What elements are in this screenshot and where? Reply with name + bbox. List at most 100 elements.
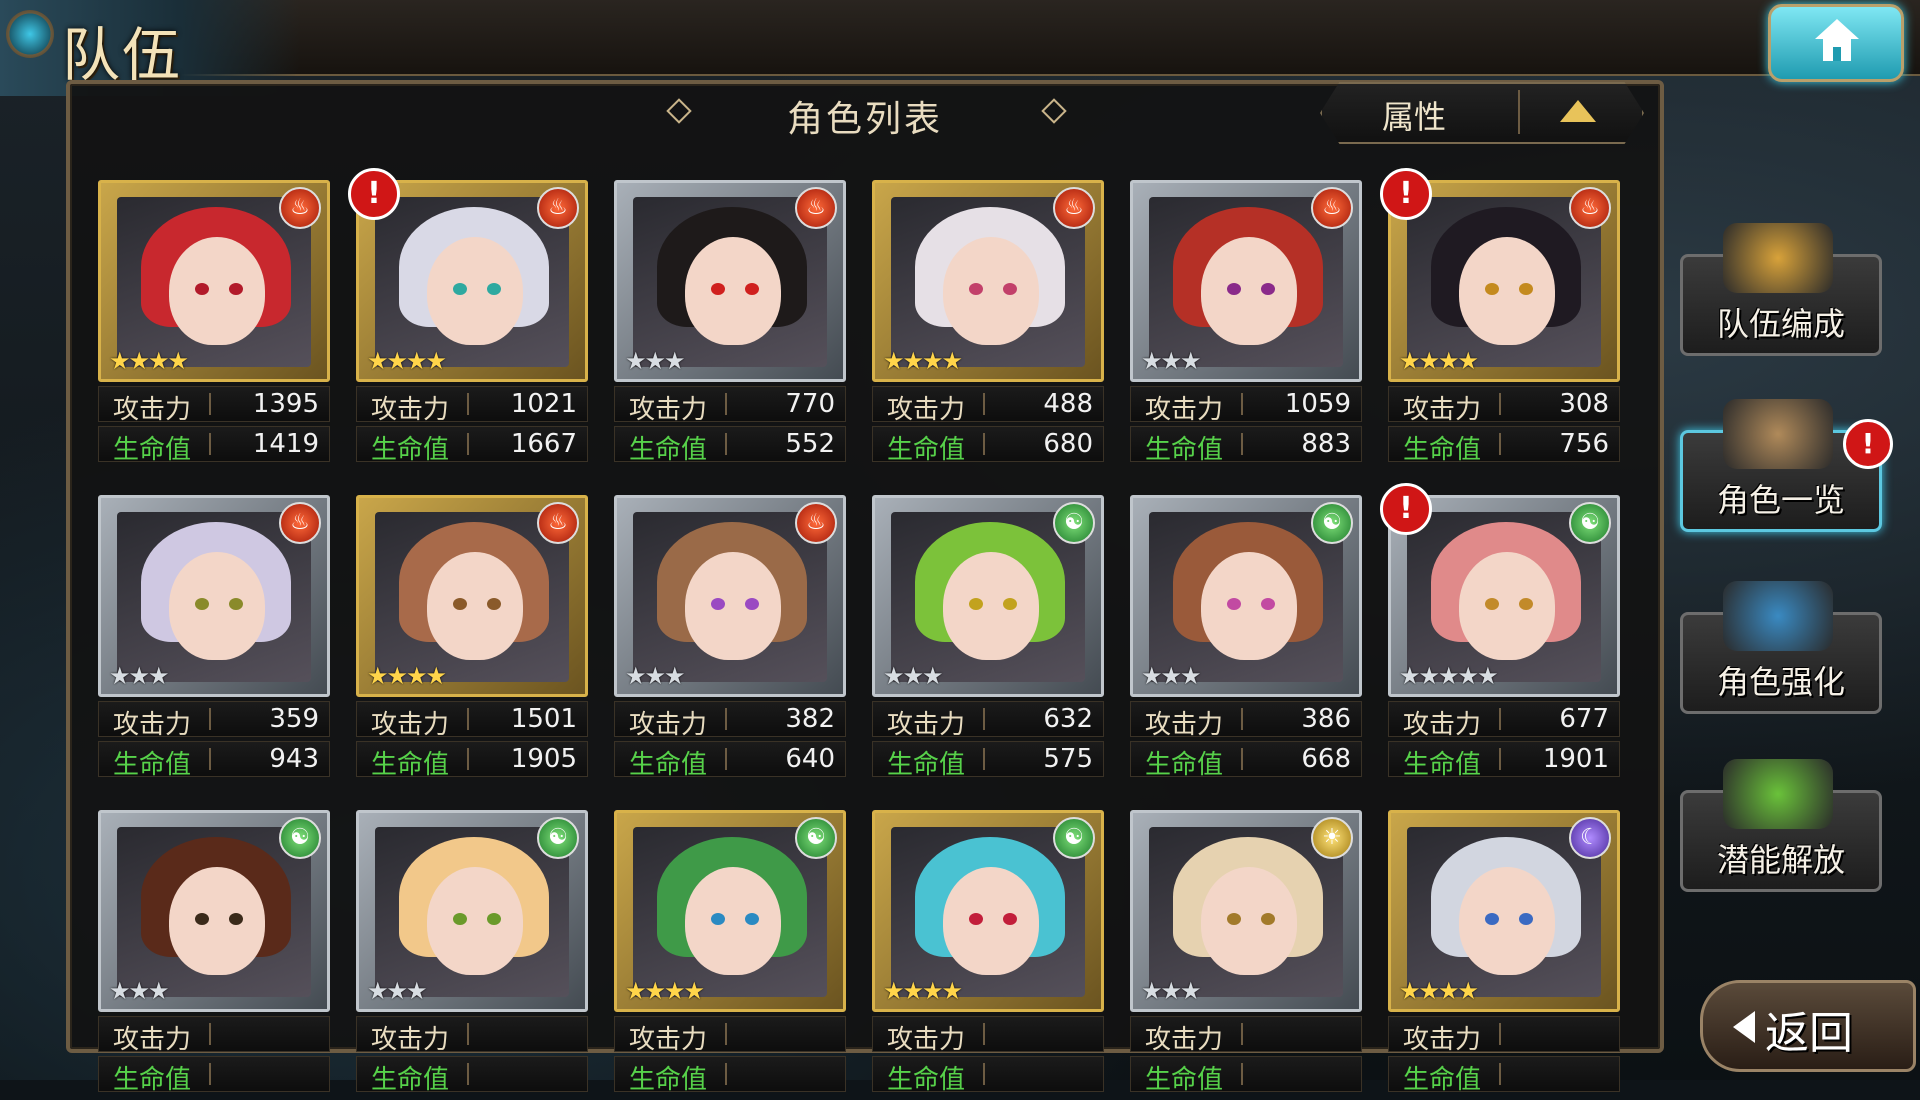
dark-element-icon: ☾ [1569,817,1611,859]
character-portrait[interactable]: ★★★★ ☯ [872,810,1104,1012]
sidebar-button[interactable]: 潜能解放 [1680,759,1882,892]
sort-ascending-icon[interactable] [1560,100,1596,122]
attack-value: 359 [269,704,319,734]
character-card[interactable]: ★★★★ ♨ 攻击力 488 生命值 680 [872,180,1104,470]
potential-orb-icon [1723,759,1833,829]
hp-value: 575 [1043,744,1093,774]
character-card[interactable]: ★★★★ ☯ 攻击力 生命值 [872,810,1104,1100]
fire-element-icon: ♨ [795,187,837,229]
character-art [891,512,1085,682]
character-portrait[interactable]: ★★★ ♨ [614,180,846,382]
hp-label: 生命值 [1145,750,1224,780]
attack-label: 攻击力 [629,710,708,740]
sort-attribute-label[interactable]: 属性 [1382,92,1446,138]
back-arrow-icon [1733,1011,1755,1043]
character-card[interactable]: ★★★ ☯ 攻击力 386 生命值 668 [1130,495,1362,785]
attack-stat-row: 攻击力 [98,1016,330,1055]
character-art [633,197,827,367]
hp-label: 生命值 [113,1065,192,1095]
fire-element-icon: ♨ [795,502,837,544]
character-portrait[interactable]: ★★★★ ♨ [872,180,1104,382]
enhance-icon [1723,581,1833,651]
hp-stat-row: 生命值 680 [872,426,1104,465]
hp-stat-row: 生命值 1419 [98,426,330,465]
attack-label: 攻击力 [113,1025,192,1055]
rarity-stars: ★★★★ [367,662,447,690]
character-portrait[interactable]: ★★★ ☯ [872,495,1104,697]
fire-element-icon: ♨ [537,187,579,229]
attack-value: 1501 [510,704,577,734]
character-portrait[interactable]: ★★★ ☯ [98,810,330,1012]
character-portrait[interactable]: ★★★★ ♨ [356,495,588,697]
character-art [1407,512,1601,682]
hp-value: 1901 [1542,744,1609,774]
attack-stat-row: 攻击力 [1130,1016,1362,1055]
hp-stat-row: 生命值 [356,1056,588,1095]
sidebar-button[interactable]: 角色一览! [1680,399,1893,532]
fire-element-icon: ♨ [279,502,321,544]
character-card[interactable]: ★★★ ☀ 攻击力 生命值 [1130,810,1362,1100]
hp-value: 640 [785,744,835,774]
attack-label: 攻击力 [371,395,450,425]
fire-element-icon: ♨ [537,502,579,544]
character-card[interactable]: ★★★ ☯ 攻击力 632 生命值 575 [872,495,1104,785]
wind-element-icon: ☯ [1053,502,1095,544]
rarity-stars: ★★★ [1141,977,1202,1005]
character-art [375,827,569,997]
character-card[interactable]: ★★★★ ♨ 攻击力 1395 生命值 1419 [98,180,330,470]
rarity-stars: ★★★★ [109,347,189,375]
rarity-stars: ★★★★★ [1399,662,1499,690]
character-card[interactable]: ★★★ ♨ 攻击力 359 生命值 943 [98,495,330,785]
hp-stat-row: 生命值 668 [1130,741,1362,780]
rarity-stars: ★★★★ [1399,347,1479,375]
hp-value: 1667 [510,429,577,459]
character-portrait[interactable]: ★★★ ☀ [1130,810,1362,1012]
character-portrait[interactable]: ★★★ ♨ [1130,180,1362,382]
hp-stat-row: 生命值 1667 [356,426,588,465]
character-portrait[interactable]: ★★★★ ☾ [1388,810,1620,1012]
back-button[interactable]: 返回 [1700,980,1916,1072]
character-card[interactable]: ★★★★ ♨! 攻击力 1021 生命值 1667 [348,168,588,470]
character-portrait[interactable]: ★★★★ ♨ [98,180,330,382]
attack-label: 攻击力 [887,395,966,425]
character-art [1149,827,1343,997]
home-button[interactable] [1768,4,1904,82]
rarity-stars: ★★★ [625,662,686,690]
attack-stat-row: 攻击力 488 [872,386,1104,425]
character-art [117,827,311,997]
character-portrait[interactable]: ★★★ ♨ [614,495,846,697]
character-card[interactable]: ★★★★★ ☯! 攻击力 677 生命值 1901 [1380,483,1620,785]
rarity-stars: ★★★★ [883,977,963,1005]
sidebar-button[interactable]: 角色强化 [1680,581,1882,714]
sidebar-button-label: 角色强化 [1716,663,1845,701]
hp-label: 生命值 [1403,750,1482,780]
character-card[interactable]: ★★★★ ☾ 攻击力 生命值 [1388,810,1620,1100]
character-card[interactable]: ★★★★ ☯ 攻击力 生命值 [614,810,846,1100]
attack-stat-row: 攻击力 1501 [356,701,588,740]
sidebar-button[interactable]: 队伍编成 [1680,223,1882,356]
character-portrait[interactable]: ★★★ ♨ [98,495,330,697]
hp-stat-row: 生命值 575 [872,741,1104,780]
attack-value: 677 [1559,704,1609,734]
character-portrait[interactable]: ★★★★ ☯ [614,810,846,1012]
attack-label: 攻击力 [113,710,192,740]
character-card[interactable]: ★★★ ☯ 攻击力生命值 [98,810,330,1100]
character-list-panel: 角色列表 属性 ★★★★ ♨ 攻击力 1395 生命值 1419 ★★★★ ♨! 攻击力 1021… [66,80,1664,1095]
hp-value: 1905 [510,744,577,774]
character-card[interactable]: ★★★ ♨ 攻击力 770 生命值 552 [614,180,846,470]
character-art [375,512,569,682]
character-card[interactable]: ★★★ ♨ 攻击力 1059 生命值 883 [1130,180,1362,470]
sort-control[interactable]: 属性 [1320,82,1644,144]
character-art [1407,827,1601,997]
character-card[interactable]: ★★★ ♨ 攻击力 382 生命值 640 [614,495,846,785]
sidebar-button-label: 队伍编成 [1716,305,1845,343]
character-card[interactable]: ★★★ ☯ 攻击力 生命值 [356,810,588,1100]
character-card[interactable]: ★★★★ ♨ 攻击力 1501 生命值 1905 [356,495,588,785]
rarity-stars: ★★★ [883,662,944,690]
hp-label: 生命值 [629,750,708,780]
character-portrait[interactable]: ★★★ ☯ [356,810,588,1012]
character-portrait[interactable]: ★★★ ☯ [1130,495,1362,697]
attack-stat-row: 攻击力 770 [614,386,846,425]
character-card[interactable]: ★★★★ ♨! 攻击力 308 生命值 756 [1380,168,1620,470]
hp-stat-row: 生命值 [98,1056,330,1095]
